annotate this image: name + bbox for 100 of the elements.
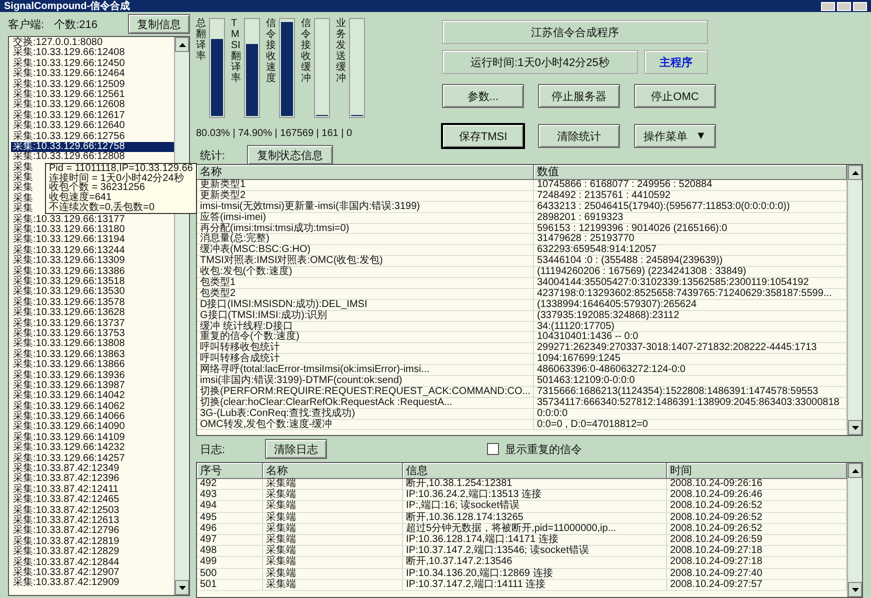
scroll-up-button[interactable] [848, 165, 862, 180]
client-item[interactable]: 采集:10.33.129.66:12808 [11, 152, 174, 163]
clients-label: 客户端: [8, 18, 44, 32]
table-cell: 断开,10.38.1.254:12381 [403, 479, 667, 490]
table-cell: 更新类型2 [197, 190, 534, 201]
table-cell: 更新类型1 [197, 180, 534, 190]
scroll-down-button[interactable] [175, 580, 189, 595]
scrollbar[interactable] [847, 165, 862, 435]
table-cell: TMSI对照表:IMSI对照表:OMC(收包:发包) [197, 256, 534, 266]
table-cell: 采集端 [263, 479, 403, 490]
client-item[interactable]: 采集:10.33.129.66:12640 [11, 121, 174, 132]
table-cell: 包类型2 [197, 288, 534, 299]
checkbox[interactable] [487, 443, 500, 455]
client-item[interactable]: 采集:10.33.87.42:12503 [11, 506, 174, 516]
column-header[interactable]: 名称 [197, 165, 534, 180]
table-cell: 495 [197, 512, 263, 523]
command-button[interactable]: 停止OMC [634, 84, 716, 108]
scroll-down-button[interactable] [848, 582, 862, 597]
client-item[interactable]: 采集:10.33.129.66:13936 [11, 370, 174, 381]
table-cell: 消息量(总:完整) [197, 234, 534, 244]
client-item[interactable]: 采集:10.33.129.66:13194 [11, 235, 174, 246]
tooltip-line: 连接时间 = 1天0小时42分24秒 [49, 174, 185, 184]
column-header[interactable]: 序号 [197, 463, 263, 479]
table-cell: 500 [197, 568, 263, 579]
mode-display: 主程序 [644, 50, 708, 74]
client-item[interactable]: 采集:10.33.129.66:12756 [11, 132, 174, 142]
table-cell: 包类型1 [197, 278, 534, 288]
scrollbar[interactable] [847, 463, 862, 597]
down-triangle-icon [852, 588, 858, 592]
copy-info-button[interactable]: 复制信息 [128, 14, 190, 34]
client-item[interactable]: 采集:10.33.87.42:12796 [11, 526, 174, 537]
table-cell: 采集端 [263, 568, 403, 579]
scroll-down-button[interactable] [848, 420, 862, 435]
table-cell: 采集端 [263, 580, 403, 590]
up-triangle-icon [852, 468, 858, 472]
table-cell: 采集端 [263, 546, 403, 556]
copy-status-button[interactable]: 复制状态信息 [247, 145, 334, 165]
client-item[interactable]: 采集:10.33.129.66:13737 [11, 318, 174, 329]
scroll-up-button[interactable] [848, 463, 862, 478]
maximize-button[interactable] [837, 2, 851, 10]
client-item[interactable]: 采集:10.33.129.66:13866 [11, 360, 174, 370]
client-item[interactable]: 采集:10.33.129.66:13530 [11, 287, 174, 298]
table-cell: OMC转发,发包个数:速度-缓冲 [197, 420, 534, 430]
client-item[interactable]: 采集:10.33.87.42:12829 [11, 547, 174, 558]
client-item[interactable]: 采集:10.33.129.66:14090 [11, 422, 174, 433]
table-cell: 496 [197, 524, 263, 534]
table-cell: 断开,10.36.128.174:13265 [403, 512, 667, 523]
scroll-up-button[interactable] [175, 37, 189, 52]
table-cell: 采集端 [263, 501, 403, 512]
table-cell: 501 [197, 580, 263, 590]
table-cell: 采集端 [263, 557, 403, 568]
client-item[interactable]: 采集:10.33.129.66:13808 [11, 339, 174, 350]
meter-label: 总翻译率 [196, 18, 206, 64]
minimize-button[interactable] [821, 2, 835, 10]
command-button[interactable]: 停止服务器 [538, 84, 620, 108]
client-item[interactable]: 采集:10.33.129.66:14232 [11, 443, 174, 454]
command-button[interactable]: 保存TMSI [442, 124, 524, 148]
table-cell: IP:,端口:16; 读socket错误 [403, 501, 667, 512]
table-cell: IP:10.34.136.20,端口:12869 连接 [403, 568, 667, 579]
table-cell: 收包:发包(个数:速度) [197, 267, 534, 278]
action-menu-button[interactable]: 操作菜单 ▼ [634, 124, 716, 148]
client-item[interactable]: 采集:10.33.87.42:12465 [11, 495, 174, 506]
client-count: 个数:216 [54, 18, 98, 32]
column-header[interactable]: 数值 [534, 165, 847, 180]
clear-log-button[interactable]: 清除日志 [265, 439, 328, 459]
table-cell: 492 [197, 479, 263, 490]
table-cell: IP:10.36.24.2,端口:13513 连接 [403, 490, 667, 500]
meter-label: TMSI翻译率 [231, 18, 241, 86]
table-cell: 采集端 [263, 512, 403, 523]
client-item[interactable]: 采集:10.33.129.66:12608 [11, 100, 174, 111]
client-item[interactable]: 采集:10.33.87.42:12396 [11, 474, 174, 485]
client-item[interactable]: 采集:10.33.129.66:12509 [11, 80, 174, 90]
client-item[interactable]: 采集:10.33.87.42:12844 [11, 558, 174, 568]
client-item[interactable]: 采集:10.33.129.66:13309 [11, 256, 174, 267]
client-item[interactable]: 采集:10.33.87.42:12909 [11, 578, 174, 589]
column-header[interactable]: 时间 [667, 463, 847, 479]
column-header[interactable]: 名称 [263, 463, 403, 479]
client-item[interactable]: 采集:10.33.129.66:14042 [11, 391, 174, 402]
table-cell: 呼叫转移合成统计 [197, 354, 534, 364]
up-triangle-icon [178, 42, 186, 46]
table-cell: D接口(IMSI:MSISDN:成功):DEL_IMSI [197, 300, 534, 310]
table-cell: IP:10.36.128.174,端口:14171 连接 [403, 534, 667, 546]
close-button[interactable] [853, 2, 867, 10]
down-triangle-icon [178, 586, 186, 590]
client-item[interactable]: 采集:10.33.129.66:12464 [11, 69, 174, 80]
command-button[interactable]: 清除统计 [538, 124, 620, 148]
column-header[interactable]: 信息 [403, 463, 667, 479]
meter-summary: 80.03% | 74.90% | 167569 | 161 | 0 [196, 128, 354, 139]
client-item[interactable]: 采集:10.33.129.66:13628 [11, 308, 174, 319]
table-cell: 呼叫转移收包统计 [197, 343, 534, 354]
client-item[interactable]: 采集:10.33.129.66:12408 [11, 48, 174, 59]
client-item[interactable]: 采集:10.33.129.66:13386 [11, 266, 174, 277]
table-cell: IP:10.37.147.2,端口:14111 连接 [403, 580, 667, 590]
table-cell: 采集端 [263, 490, 403, 500]
table-cell: 缓冲表(MSC:BSC:G:HO) [197, 245, 534, 256]
table-cell: 3G-(Lub表:ConReq:查找:查找成功) [197, 408, 534, 419]
meter-label: 信令接收速度 [266, 18, 276, 86]
app-title: 江苏信令合成程序 [442, 20, 708, 44]
command-button[interactable]: 参数... [442, 84, 524, 108]
down-triangle-icon [852, 426, 858, 430]
